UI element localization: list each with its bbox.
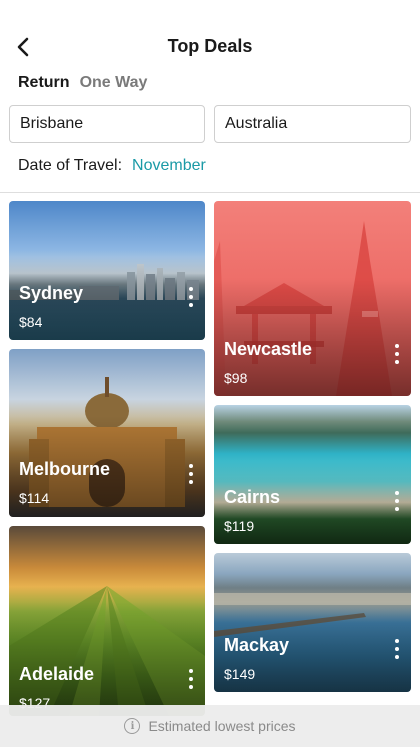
destination-value: Australia bbox=[225, 115, 288, 132]
deals-grid: Sydney $84 Newcastle $98 Melbourne $114 … bbox=[0, 193, 420, 747]
deal-card-mackay[interactable]: Mackay $149 bbox=[214, 553, 411, 692]
origin-value: Brisbane bbox=[20, 115, 84, 132]
tab-one-way[interactable]: One Way bbox=[80, 74, 148, 92]
page-title: Top Deals bbox=[167, 36, 253, 56]
estimate-note-bar: i Estimated lowest prices bbox=[0, 705, 420, 747]
deal-price: $119 bbox=[224, 518, 255, 534]
more-options-icon[interactable] bbox=[391, 344, 403, 364]
deal-city-name: Mackay bbox=[224, 635, 290, 655]
deal-city-name: Melbourne bbox=[19, 459, 111, 479]
tab-return[interactable]: Return bbox=[18, 74, 70, 92]
info-icon: i bbox=[124, 718, 141, 734]
deal-card-cairns[interactable]: Cairns $119 bbox=[214, 405, 411, 544]
date-of-travel-row: Date of Travel: November bbox=[18, 157, 206, 175]
deal-card-melbourne[interactable]: Melbourne $114 bbox=[9, 349, 205, 517]
more-options-icon[interactable] bbox=[185, 464, 197, 484]
trip-type-tabs: Return One Way bbox=[18, 74, 147, 92]
date-label: Date of Travel: bbox=[18, 157, 123, 174]
estimate-note: Estimated lowest prices bbox=[148, 718, 296, 734]
deal-price: $149 bbox=[224, 666, 256, 682]
deal-city-name: Sydney bbox=[19, 283, 84, 303]
origin-field[interactable]: Brisbane bbox=[9, 105, 205, 143]
more-options-icon[interactable] bbox=[185, 669, 197, 689]
deal-card-sydney[interactable]: Sydney $84 bbox=[9, 201, 205, 340]
destination-field[interactable]: Australia bbox=[214, 105, 411, 143]
deal-price: $114 bbox=[19, 490, 50, 506]
app-header: Top Deals bbox=[0, 0, 420, 72]
deal-city-name: Cairns bbox=[224, 487, 281, 507]
more-options-icon[interactable] bbox=[185, 287, 197, 307]
date-selector[interactable]: November bbox=[132, 157, 206, 175]
deal-city-name: Newcastle bbox=[224, 339, 313, 359]
deal-price: $84 bbox=[19, 314, 43, 330]
deal-card-newcastle[interactable]: Newcastle $98 bbox=[214, 201, 411, 396]
deal-price: $98 bbox=[224, 370, 248, 386]
more-options-icon[interactable] bbox=[391, 491, 403, 511]
more-options-icon[interactable] bbox=[391, 639, 403, 659]
deal-card-adelaide[interactable]: Adelaide $127 bbox=[9, 526, 205, 716]
deal-city-name: Adelaide bbox=[19, 664, 95, 684]
